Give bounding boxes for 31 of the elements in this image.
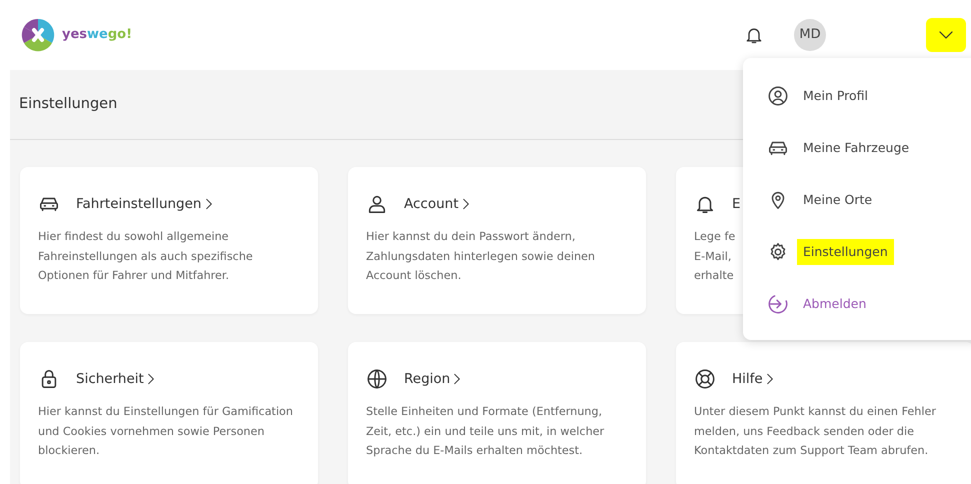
card-title: Account (404, 194, 459, 214)
card-title: Sicherheit (76, 370, 144, 389)
card-description: Lege fe E-Mail, erhalte (694, 229, 736, 284)
page-title: Einstellungen (19, 94, 118, 114)
logo-wordmark: yeswego! (62, 26, 132, 44)
person-icon (767, 85, 789, 107)
lifebuoy-icon (694, 368, 716, 390)
card-description: Stelle Einheiten und Formate (Entfernung, Zeit, etc.) ein und teile uns mit, in welcher Sprache du E-Mails erhalten möchtest. (366, 404, 606, 459)
user-avatar[interactable]: MD (794, 19, 826, 51)
card-description: Hier kannst du Einstellungen für Gamification und Cookies vornehmen sowie Personen blockieren. (38, 404, 294, 459)
card-description: Unter diesem Punkt kannst du einen Fehler melden, uns Feedback senden oder die Kontaktdaten zum Support Team abrufen. (694, 404, 937, 459)
menu-toggle-button[interactable] (926, 18, 966, 52)
settings-card[interactable]: Hilfe Unter diesem Punkt kannst du einen Fehler melden, uns Feedback senden oder die Kontaktdaten zum Support Team abrufen. (676, 342, 971, 484)
card-title: E (732, 194, 741, 214)
card-title: Region (404, 370, 450, 389)
settings-card[interactable]: Account Hier kannst du dein Passwort ändern, Zahlungsdaten hinterlegen sowie deinen Account löschen. (348, 167, 646, 314)
settings-card[interactable]: Sicherheit Hier kannst du Einstellungen für Gamification und Cookies vornehmen sowie Personen blockieren. (20, 342, 318, 484)
menu-item[interactable]: Einstellungen (797, 238, 894, 266)
menu-item[interactable]: Meine Orte (797, 186, 878, 214)
settings-card[interactable]: Fahrteinstellungen Hier findest du sowohl allgemeine Fahreinstellungen als auch spezifische Optionen für Fahrer und Mitfahrer. (20, 167, 318, 314)
logo-mark-icon (20, 17, 56, 53)
card-title: Fahrteinstellungen (76, 194, 202, 214)
settings-card[interactable]: Region Stelle Einheiten und Formate (Entfernung, Zeit, etc.) ein und teile uns mit, in welcher Sprache du E-Mails erhalten möchtest. (348, 342, 646, 484)
menu-item[interactable]: Abmelden (797, 290, 872, 318)
menu-item[interactable]: Meine Fahrzeuge (797, 134, 916, 162)
globe-icon (366, 368, 388, 390)
card-description: Hier kannst du dein Passwort ändern, Zahlungsdaten hinterlegen sowie deinen Account löschen. (366, 229, 596, 284)
person-icon (366, 193, 388, 215)
menu-item[interactable]: Mein Profil (797, 82, 874, 110)
card-description: Hier findest du sowohl allgemeine Fahreinstellungen als auch spezifische Optionen für Fahrer und Mitfahrer. (38, 229, 254, 284)
card-title: Hilfe (732, 370, 763, 389)
